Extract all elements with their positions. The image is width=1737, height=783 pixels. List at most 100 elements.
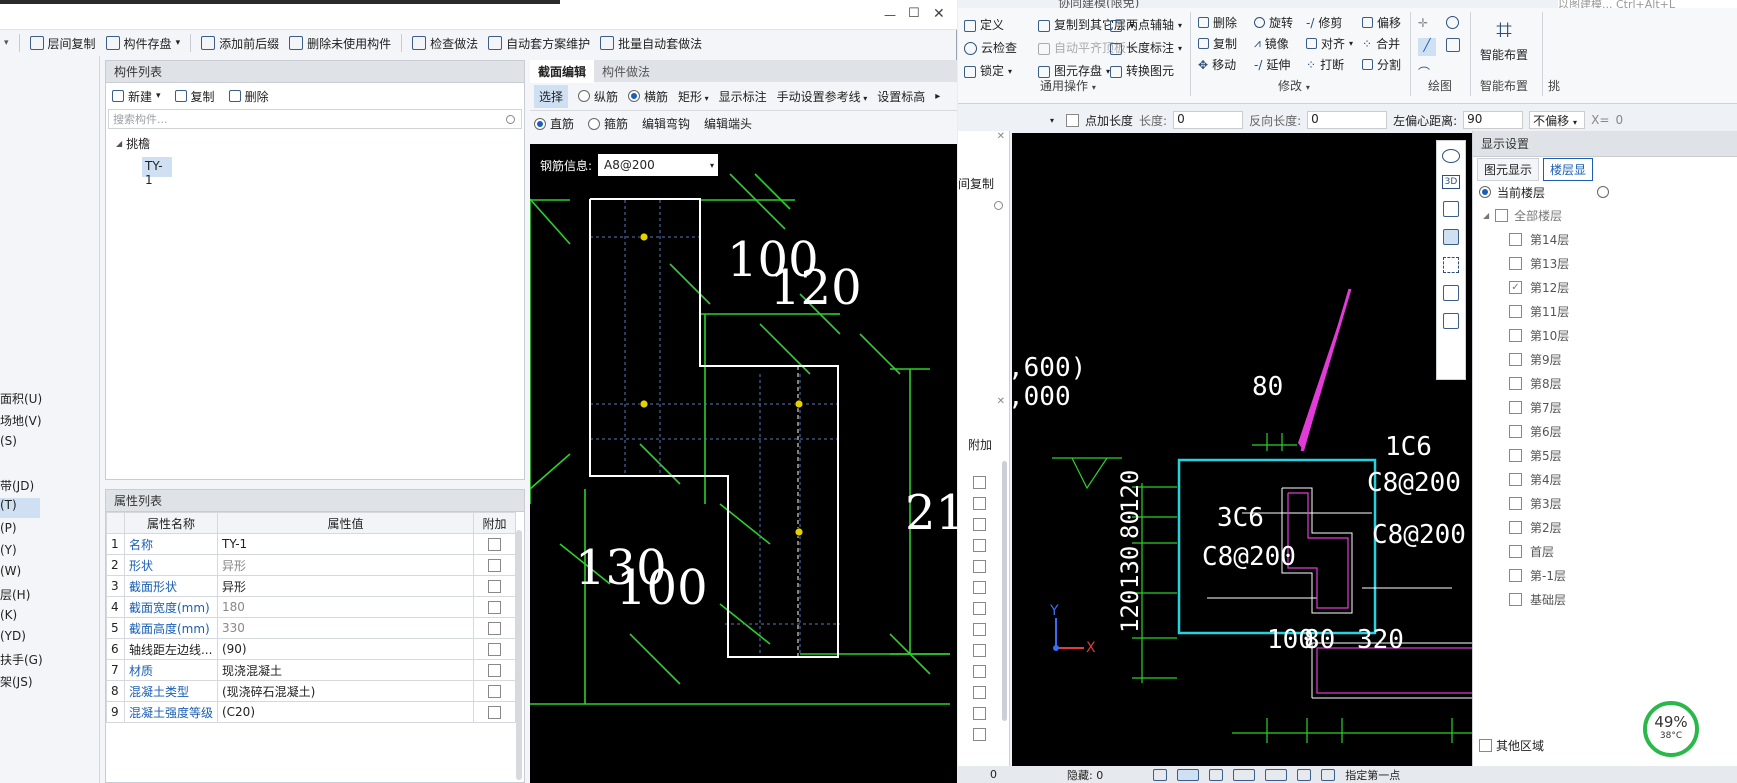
- close-button[interactable]: ✕: [933, 6, 945, 22]
- circle-tool-icon[interactable]: [1446, 16, 1459, 29]
- layer-icon[interactable]: [1297, 768, 1312, 781]
- search-icon[interactable]: [994, 201, 1003, 210]
- search-input[interactable]: 搜索构件...: [113, 111, 168, 127]
- extra-checkbox[interactable]: [973, 665, 986, 678]
- mirror-button[interactable]: ⩘ 镜像: [1254, 35, 1304, 52]
- two-point-axis-button[interactable]: 两点辅轴 ▾: [1110, 14, 1182, 37]
- add-length-checkbox[interactable]: [1066, 113, 1080, 127]
- floor-item[interactable]: 第6层: [1509, 419, 1737, 443]
- nav-item-selected[interactable]: (T): [0, 498, 40, 518]
- extra-checkbox[interactable]: [973, 602, 986, 615]
- table-row[interactable]: 6 轴线距左边线... (90): [106, 638, 516, 660]
- floor-checkbox[interactable]: [1509, 376, 1522, 390]
- floor-item[interactable]: 第3层: [1509, 491, 1737, 515]
- current-floor-radio[interactable]: 当前楼层: [1473, 181, 1737, 203]
- convert-element-button[interactable]: 转换图元: [1110, 60, 1182, 83]
- section-canvas[interactable]: 钢筋信息: A8@200 ▾ 100 120 130 100 21: [530, 144, 957, 783]
- table-row[interactable]: 4 截面宽度(mm) 180: [106, 596, 516, 618]
- nav-item[interactable]: (S): [0, 434, 17, 448]
- move-button[interactable]: ✥ 移动: [1198, 56, 1252, 73]
- properties-icon[interactable]: [1443, 313, 1459, 329]
- other-area-option[interactable]: 其他区域: [1479, 737, 1544, 754]
- define-button[interactable]: 定义: [964, 14, 1017, 37]
- close-icon[interactable]: ✕: [997, 396, 1005, 407]
- floor-item[interactable]: 第10层: [1509, 323, 1737, 347]
- delete-unused-button[interactable]: 删除未使用构件: [289, 35, 391, 52]
- extra-checkbox[interactable]: [488, 601, 502, 614]
- cloud-check-button[interactable]: 云检查: [964, 37, 1017, 60]
- tab-component-method[interactable]: 构件做法: [594, 60, 658, 83]
- property-value[interactable]: 异形: [216, 575, 475, 597]
- arc-icon[interactable]: [1321, 768, 1336, 781]
- layer-copy-button[interactable]: 层间复制: [29, 35, 96, 52]
- floor-checkbox[interactable]: [1509, 424, 1522, 438]
- all-floors-item[interactable]: ◢ 全部楼层: [1473, 203, 1737, 227]
- orbit-icon[interactable]: [1442, 149, 1460, 163]
- new-button[interactable]: 新建 ▾: [112, 88, 161, 105]
- extra-checkbox[interactable]: [488, 622, 502, 635]
- tree-root[interactable]: ◢ 挑檐: [106, 135, 524, 152]
- offset-button[interactable]: 偏移: [1362, 14, 1416, 31]
- floor-checkbox[interactable]: [1509, 472, 1522, 486]
- select-button[interactable]: 选择: [534, 84, 569, 108]
- select-box-icon[interactable]: [1443, 285, 1459, 301]
- more-icon[interactable]: ▸: [935, 91, 940, 102]
- layer-copy-label[interactable]: 间复制: [958, 175, 994, 192]
- floor-checkbox[interactable]: [1509, 448, 1522, 462]
- nav-item[interactable]: (Y): [0, 543, 17, 557]
- set-elevation-button[interactable]: 设置标高: [877, 88, 925, 105]
- extend-button[interactable]: -/延伸: [1254, 56, 1304, 73]
- extra-checkbox[interactable]: [973, 623, 986, 636]
- floor-item[interactable]: 第14层: [1509, 227, 1737, 251]
- dropdown-arrow-icon[interactable]: ▾: [1050, 116, 1054, 125]
- merge-button[interactable]: ⁘ 合并: [1362, 35, 1416, 52]
- extra-checkbox[interactable]: [488, 559, 502, 572]
- floor-checkbox[interactable]: [1509, 232, 1522, 246]
- save-component-button[interactable]: 构件存盘 ▾: [105, 35, 180, 52]
- table-row[interactable]: 8 混凝土类型 (现浇碎石混凝土): [106, 680, 516, 702]
- reverse-length-input[interactable]: 0: [1307, 111, 1388, 129]
- floor-item[interactable]: 首层: [1509, 539, 1737, 563]
- property-value[interactable]: (现浇碎石混凝土): [216, 680, 475, 702]
- extra-checkbox[interactable]: [488, 643, 502, 656]
- minimize-button[interactable]: —: [884, 8, 896, 22]
- extra-checkbox[interactable]: [488, 706, 502, 719]
- smart-layout-button[interactable]: ⌗ 智能布置: [1476, 14, 1532, 63]
- collapse-icon[interactable]: ◢: [116, 139, 122, 148]
- ortho-icon[interactable]: [1265, 768, 1288, 781]
- perf-meter[interactable]: 49% 38°C: [1643, 701, 1699, 757]
- property-value[interactable]: 180: [216, 596, 475, 618]
- extra-checkbox[interactable]: [488, 580, 502, 593]
- batch-apply-button[interactable]: 批量自动套做法: [600, 35, 702, 52]
- floor-item[interactable]: 第13层: [1509, 251, 1737, 275]
- edit-end-button[interactable]: 编辑端头: [704, 115, 752, 132]
- extra-checkbox[interactable]: [973, 581, 986, 594]
- floor-checkbox[interactable]: [1509, 544, 1522, 558]
- floor-checkbox[interactable]: [1509, 304, 1522, 318]
- floor-checkbox[interactable]: [1509, 352, 1522, 366]
- floor-checkbox[interactable]: [1509, 568, 1522, 582]
- floor-checkbox[interactable]: [1509, 328, 1522, 342]
- check-method-button[interactable]: 检查做法: [412, 35, 478, 52]
- show-dim-button[interactable]: 显示标注: [719, 88, 767, 105]
- tab-section-edit[interactable]: 截面编辑: [530, 59, 595, 83]
- floor-item[interactable]: 第5层: [1509, 443, 1737, 467]
- long-bar-radio[interactable]: 纵筋: [578, 88, 618, 105]
- extra-checkbox[interactable]: [488, 685, 502, 698]
- collapse-icon[interactable]: ◢: [1483, 211, 1489, 220]
- snap-icon[interactable]: [1153, 768, 1168, 781]
- floor-checkbox[interactable]: [1509, 520, 1522, 534]
- copy-button[interactable]: 复制: [1198, 35, 1252, 52]
- cad-canvas[interactable]: ,600) ,000 80 1C6 C8@200 C8@200 3C6 C8@2…: [1012, 133, 1482, 766]
- extra-checkbox[interactable]: [488, 664, 502, 677]
- table-row[interactable]: 2 形状 异形: [106, 554, 516, 576]
- scheme-maintain-button[interactable]: 自动套方案维护: [488, 35, 590, 52]
- extra-checkbox[interactable]: [488, 538, 502, 551]
- nav-item[interactable]: 面积(U): [0, 390, 42, 407]
- nav-item[interactable]: 场地(V): [0, 412, 42, 429]
- property-value[interactable]: 330: [216, 617, 475, 639]
- ribbon-caption-general[interactable]: 通用操作 ▾: [1040, 77, 1096, 94]
- view-box-icon[interactable]: [1443, 229, 1459, 245]
- break-button[interactable]: ⁘ 打断: [1306, 56, 1360, 73]
- close-icon[interactable]: ✕: [997, 131, 1005, 142]
